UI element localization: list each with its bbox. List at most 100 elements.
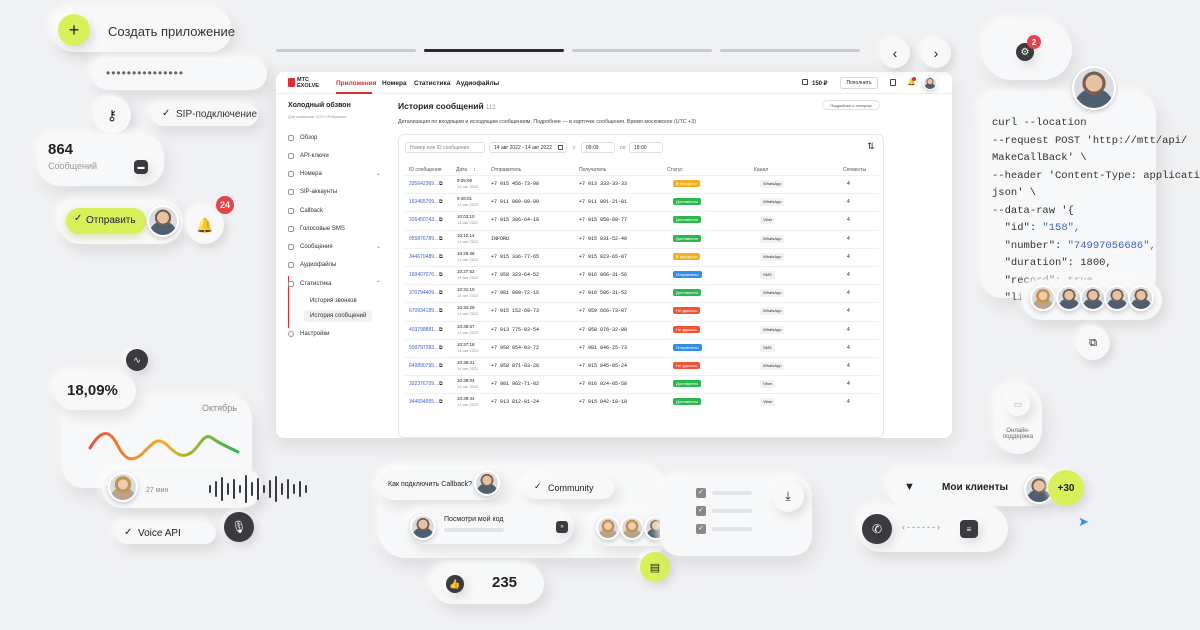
sidebar-item-call-history[interactable]: История звонков [310, 298, 357, 304]
sidebar-item-api-keys[interactable]: API-ключи [288, 153, 329, 159]
arrow-right-icon[interactable]: › [921, 38, 951, 68]
copy-icon[interactable]: ⧉ [439, 236, 443, 242]
nav-stats[interactable]: Статистика [414, 80, 450, 87]
nav-apps[interactable]: Приложения [336, 80, 376, 87]
message-id[interactable]: 344694955... [409, 399, 438, 405]
copy-icon[interactable]: ⧉ [439, 381, 443, 387]
logo[interactable]: МТС EXOLVE [288, 77, 319, 89]
column-header-recipient[interactable]: Получатель [579, 167, 606, 173]
message-time: 10:34:29 [457, 305, 475, 311]
message-id[interactable]: 670934189... [409, 308, 438, 314]
password-dots: ••••••••••••••• [106, 66, 185, 80]
slider-dot[interactable] [572, 49, 712, 52]
sidebar-item-stats[interactable]: Статистика [288, 281, 332, 287]
search-input[interactable]: Номер или ID сообщения [405, 142, 485, 153]
copy-icon[interactable]: ⧉ [1076, 326, 1110, 360]
sidebar-item-message-history[interactable]: История сообщений [304, 310, 373, 322]
message-id[interactable]: 500797283... [409, 345, 438, 351]
chat-question: Как подключить Callback? [388, 481, 473, 488]
time-from-select[interactable]: 09:09 [581, 142, 615, 153]
sort-icon[interactable]: ↕ [473, 167, 476, 173]
sidebar-item-numbers[interactable]: Номера [288, 171, 322, 177]
table-row[interactable]: 649890795... ⧉ 10:38:31 14 авг 2022 +7 958 8… [405, 357, 879, 375]
column-header-date[interactable]: Дата [456, 167, 467, 173]
column-header-sender[interactable]: Отправитель [491, 167, 521, 173]
message-id[interactable]: 649890795... [409, 363, 438, 369]
microphone-icon[interactable]: 🎙 [224, 512, 254, 542]
column-header-channel[interactable]: Канал [754, 167, 768, 173]
column-header-status[interactable]: Статус [667, 167, 683, 173]
nav-audio[interactable]: Аудиофайлы [456, 80, 499, 87]
slider-dot[interactable] [720, 49, 860, 52]
arrow-left-icon[interactable]: ‹ [880, 38, 910, 68]
copy-icon[interactable]: ⧉ [439, 399, 443, 405]
plus-icon[interactable]: + [58, 14, 90, 46]
message-id[interactable]: 370794409... [409, 290, 438, 296]
message-id[interactable]: 055876789... [409, 236, 438, 242]
checkbox[interactable]: ✓ [696, 506, 706, 516]
segments: 4 [847, 235, 850, 242]
date-range-field[interactable]: 14 авг 2022 - 14 авг 2022 [489, 142, 567, 153]
table-row[interactable]: 344694955... ⧉ 10:39:44 14 авг 2022 +7 913 8… [405, 393, 879, 411]
download-icon[interactable]: ⤓ [772, 480, 804, 512]
avatar[interactable] [923, 76, 937, 90]
nav-numbers[interactable]: Номера [382, 80, 407, 87]
slider-dot[interactable] [276, 49, 416, 52]
copy-icon[interactable]: ⧉ [439, 217, 443, 223]
sidebar-item-messages[interactable]: Сообщения [288, 244, 333, 250]
table-row[interactable]: 322376709... ⧉ 10:39:04 14 авг 2022 +7 981 9… [405, 375, 879, 393]
table-row[interactable]: 326450743... ⧉ 10:03:10 14 авг 2022 +7 915 3… [405, 211, 879, 229]
checkbox[interactable]: ✓ [696, 488, 706, 498]
table-row[interactable]: 670934189... ⧉ 10:34:29 14 авг 2022 +7 915 1… [405, 302, 879, 320]
copy-icon[interactable]: ⧉ [439, 308, 443, 314]
table-row[interactable]: 403798881... ⧉ 10:36:57 14 авг 2022 +7 913 7… [405, 320, 879, 339]
table-row[interactable]: 500797283... ⧉ 10:37:18 14 авг 2022 +7 958 0… [405, 338, 879, 357]
message-id[interactable]: 322376709... [409, 381, 438, 387]
message-id[interactable]: 163465709... [409, 199, 438, 205]
avatar [1072, 66, 1116, 110]
sidebar-item-voice-sms[interactable]: Голосовые SMS [288, 226, 345, 232]
table-row[interactable]: 169407076... ⧉ 10:27:52 14 авг 2022 +7 958 3… [405, 266, 879, 284]
copy-icon[interactable]: ⧉ [439, 363, 443, 369]
sidebar-item-audio[interactable]: Аудиофайлы [288, 262, 336, 268]
copy-icon[interactable]: ⧉ [439, 272, 443, 278]
status-info-link[interactable]: Подробнее о статусах [822, 100, 880, 110]
table-row[interactable]: 370794409... ⧉ 10:31:10 14 авг 2022 +7 981 0… [405, 284, 879, 302]
docs-icon[interactable] [890, 79, 896, 86]
column-header-id[interactable]: ID сообщения [409, 167, 441, 173]
copy-icon[interactable]: ⧉ [439, 327, 443, 333]
recipient: +7 959 666-73-07 [579, 308, 628, 315]
copy-icon[interactable]: ⧉ [439, 181, 443, 187]
copy-icon[interactable]: ⧉ [439, 199, 443, 205]
sidebar-item-settings[interactable]: Настройки [288, 331, 329, 337]
message-id[interactable]: 344670489... [409, 254, 438, 260]
message-id[interactable]: 403798881... [409, 327, 438, 333]
recipient: +7 915 058-89-77 [579, 217, 628, 224]
thumbs-up-icon[interactable]: 👍 [446, 575, 464, 593]
filter-settings-icon[interactable]: ⇅ [867, 141, 875, 152]
column-header-segments[interactable]: Сегменты [843, 167, 866, 173]
table-row[interactable]: 335642369... ⧉ 9:25:09 14 авг 2022 +7 915 45… [405, 175, 879, 193]
table-row[interactable]: 344670489... ⧉ 10:26:48 14 авг 2022 +7 915 3… [405, 247, 879, 266]
telegram-icon[interactable]: ➤ [1078, 514, 1089, 530]
status-badge: Доставлено [673, 198, 702, 206]
copy-icon[interactable]: ⧉ [439, 290, 443, 296]
document-icon[interactable]: ▤ [640, 552, 670, 582]
table-row[interactable]: 055876789... ⧉ 10:12:14 14 авг 2022 INFORU +7… [405, 229, 879, 248]
slider-dot-active[interactable] [424, 49, 564, 52]
copy-icon[interactable]: ⧉ [439, 345, 443, 351]
message-id[interactable]: 169407076... [409, 272, 438, 278]
message-id[interactable]: 335642369... [409, 181, 438, 187]
message-id[interactable]: 326450743... [409, 217, 438, 223]
forward-icon[interactable]: » [556, 521, 568, 533]
time-to-select[interactable]: 18:00 [629, 142, 663, 153]
sidebar-item-overview[interactable]: Обзор [288, 135, 317, 141]
table-row[interactable]: 163465709... ⧉ 9:48:01 14 авг 2022 +7 911 00… [405, 193, 879, 211]
support-chat-icon[interactable]: ▭ [1006, 392, 1030, 416]
sidebar-item-callback[interactable]: Callback [288, 208, 323, 214]
phone-icon[interactable]: ✆ [862, 514, 892, 544]
checkbox[interactable]: ✓ [696, 524, 706, 534]
topup-button[interactable]: Пополнить [840, 77, 878, 89]
copy-icon[interactable]: ⧉ [439, 254, 443, 260]
sidebar-item-sip[interactable]: SIP-аккаунты [288, 189, 337, 195]
